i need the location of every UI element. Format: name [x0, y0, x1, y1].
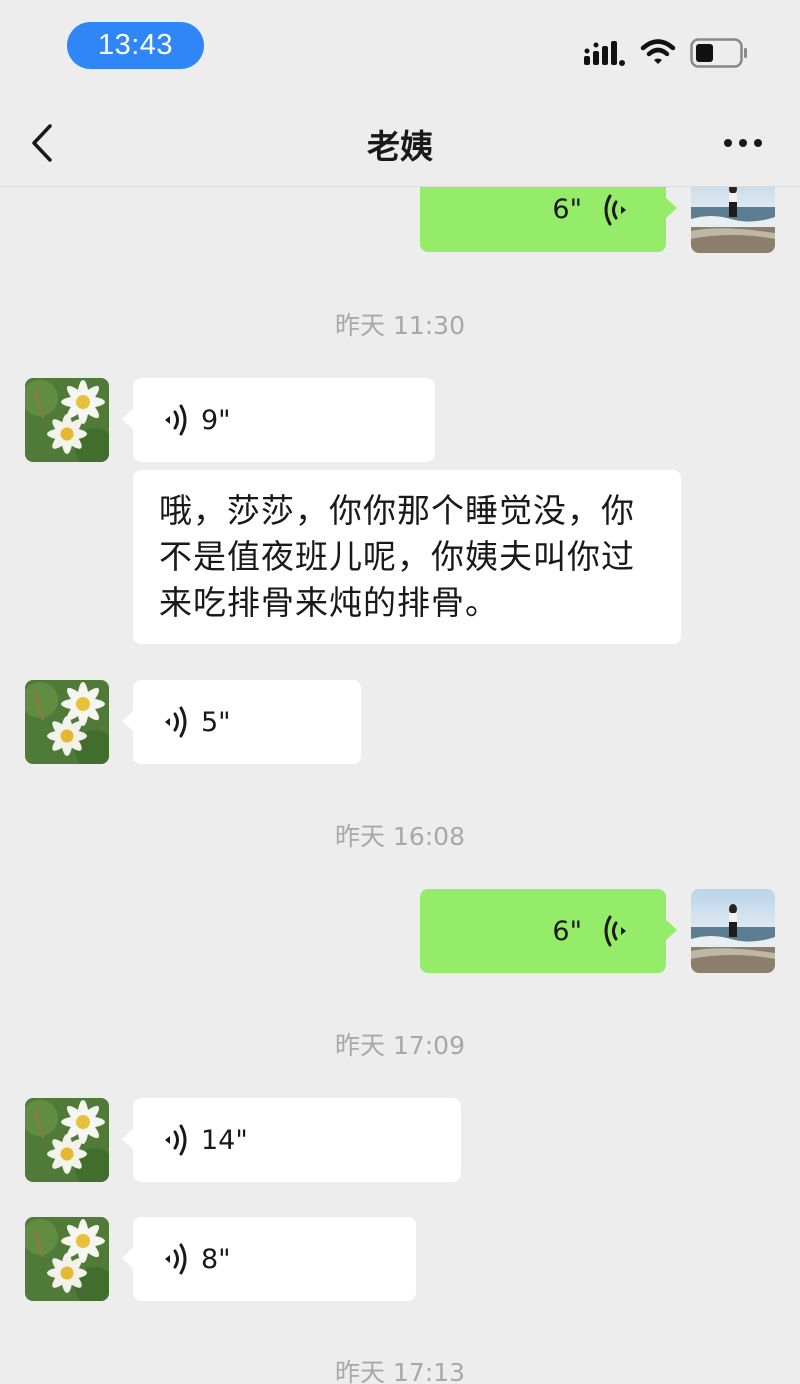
signal-icon — [584, 41, 625, 66]
text-bubble[interactable]: 哦，莎莎，你你那个睡觉没，你 不是值夜班儿呢，你姨夫叫你过 来吃排骨来炖的排骨。 — [133, 470, 681, 644]
voice-duration: 5" — [201, 706, 231, 738]
timestamp: 昨天 11:30 — [335, 311, 465, 340]
voice-bubble[interactable]: 6" — [420, 889, 677, 973]
voice-bubble[interactable]: 9" — [122, 378, 435, 462]
voice-wave-icon — [604, 194, 626, 225]
voice-duration: 9" — [201, 404, 231, 436]
timestamp: 昨天 17:13 — [335, 1358, 465, 1384]
voice-duration: 6" — [552, 194, 582, 225]
text-line: 不是值夜班儿呢，你姨夫叫你过 — [159, 537, 635, 576]
text-line: 来吃排骨来炖的排骨。 — [159, 583, 499, 622]
contact-avatar[interactable] — [25, 680, 109, 764]
status-time: 13:43 — [67, 22, 204, 69]
voice-wave-icon — [165, 404, 187, 436]
voice-bubble[interactable]: 5" — [122, 680, 361, 764]
voice-wave-icon — [165, 706, 187, 738]
voice-bubble[interactable]: 8" — [122, 1217, 416, 1301]
voice-duration: 14" — [201, 1124, 248, 1156]
wifi-icon — [640, 39, 676, 64]
voice-bubble[interactable]: 6" — [420, 187, 677, 252]
voice-wave-icon — [165, 1124, 187, 1156]
battery-icon — [690, 38, 747, 68]
timestamp: 昨天 16:08 — [335, 822, 465, 851]
more-icon[interactable] — [718, 128, 768, 158]
contact-avatar[interactable] — [25, 1217, 109, 1301]
message-list[interactable]: 6" 昨天 11:30 9" 哦，莎莎，你你那个睡觉没，你 不是值夜班儿呢，你姨… — [0, 187, 800, 1384]
status-bar: 13:43 — [0, 0, 800, 100]
voice-wave-icon — [165, 1243, 187, 1275]
voice-bubble[interactable]: 14" — [122, 1098, 461, 1182]
timestamp: 昨天 17:09 — [335, 1031, 465, 1060]
voice-duration: 8" — [201, 1243, 231, 1275]
nav-bar: 老姨 — [0, 100, 800, 187]
chat-title: 老姨 — [367, 127, 433, 166]
contact-avatar[interactable] — [25, 1098, 109, 1182]
my-avatar[interactable] — [691, 889, 775, 973]
contact-avatar[interactable] — [25, 378, 109, 462]
chat-screen: 13:43 老姨 6" 昨天 11:30 9" 哦，莎莎，你你那个睡觉没，你 不… — [0, 0, 800, 1384]
voice-wave-icon — [604, 915, 626, 947]
my-avatar[interactable] — [691, 187, 775, 253]
text-line: 哦，莎莎，你你那个睡觉没，你 — [159, 491, 635, 530]
voice-duration: 6" — [552, 915, 582, 947]
